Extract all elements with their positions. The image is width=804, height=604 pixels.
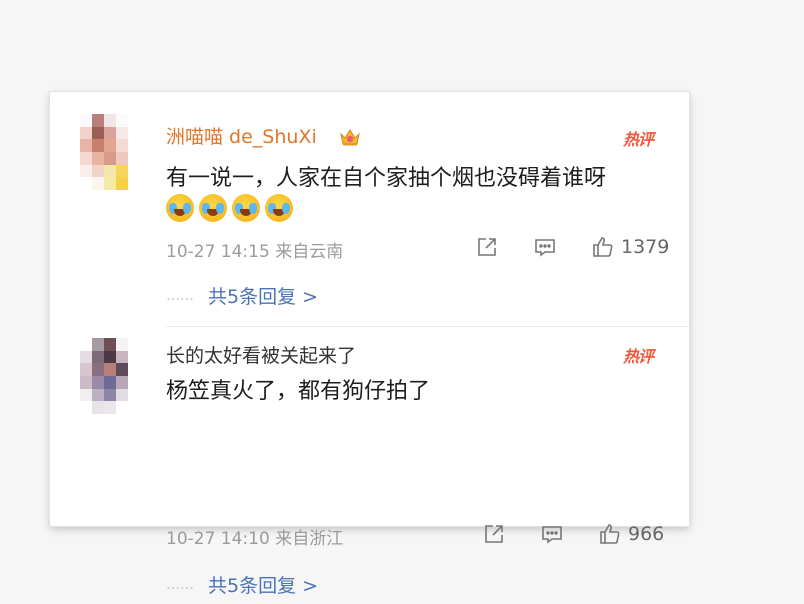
comment-item: 长的太好看被关起来了 热评 杨笠真火了，都有狗仔拍了 10-27 14:10 来… [50, 328, 689, 597]
comment-actions: 966 [482, 522, 664, 546]
thumbs-up-icon[interactable] [591, 235, 615, 259]
share-icon[interactable] [482, 522, 506, 546]
tears-of-joy-icon [199, 194, 227, 222]
tears-of-joy-icon [166, 194, 194, 222]
hot-comment-badge: 热评 [623, 130, 654, 149]
divider [166, 326, 689, 327]
comment-reply-icon[interactable] [540, 522, 564, 546]
share-icon[interactable] [475, 235, 499, 259]
comment-reply-icon[interactable] [533, 235, 557, 259]
username[interactable]: 长的太好看被关起来了 [166, 341, 356, 368]
username[interactable]: 洲喵喵 de_ShuXi [166, 122, 317, 149]
replies-row[interactable]: …… 共5条回复 > [166, 282, 318, 309]
crown-badge-icon [340, 129, 360, 146]
comment-text: 杨笠真火了，都有狗仔拍了 [166, 379, 431, 404]
ellipsis-dots: …… [166, 287, 194, 304]
ellipsis-dots: …… [166, 576, 194, 593]
comment-text: 有一说一，人家在自个家抽个烟也没碍着谁呀 [166, 166, 607, 191]
avatar[interactable] [80, 114, 128, 190]
comment-actions: 1379 [475, 235, 669, 259]
like-count: 1379 [621, 236, 670, 258]
emoji-row [166, 194, 293, 222]
thumbs-up-icon[interactable] [598, 522, 622, 546]
comment-card: 洲喵喵 de_ShuXi 热评 有一说一，人家在自个家抽个烟也没碍着谁呀 10-… [50, 92, 689, 597]
view-replies-link[interactable]: 共5条回复 > [208, 571, 318, 598]
tears-of-joy-icon [232, 194, 260, 222]
comment-timestamp-location: 10-27 14:10 来自浙江 [166, 529, 344, 549]
view-replies-link[interactable]: 共5条回复 > [208, 282, 318, 309]
like-count: 966 [628, 523, 665, 545]
comment-timestamp-location: 10-27 14:15 来自云南 [166, 242, 344, 262]
comment-item: 洲喵喵 de_ShuXi 热评 有一说一，人家在自个家抽个烟也没碍着谁呀 10-… [50, 92, 689, 328]
tears-of-joy-icon [265, 194, 293, 222]
replies-row[interactable]: …… 共5条回复 > [166, 571, 318, 598]
avatar[interactable] [80, 338, 128, 414]
hot-comment-badge: 热评 [623, 347, 654, 366]
